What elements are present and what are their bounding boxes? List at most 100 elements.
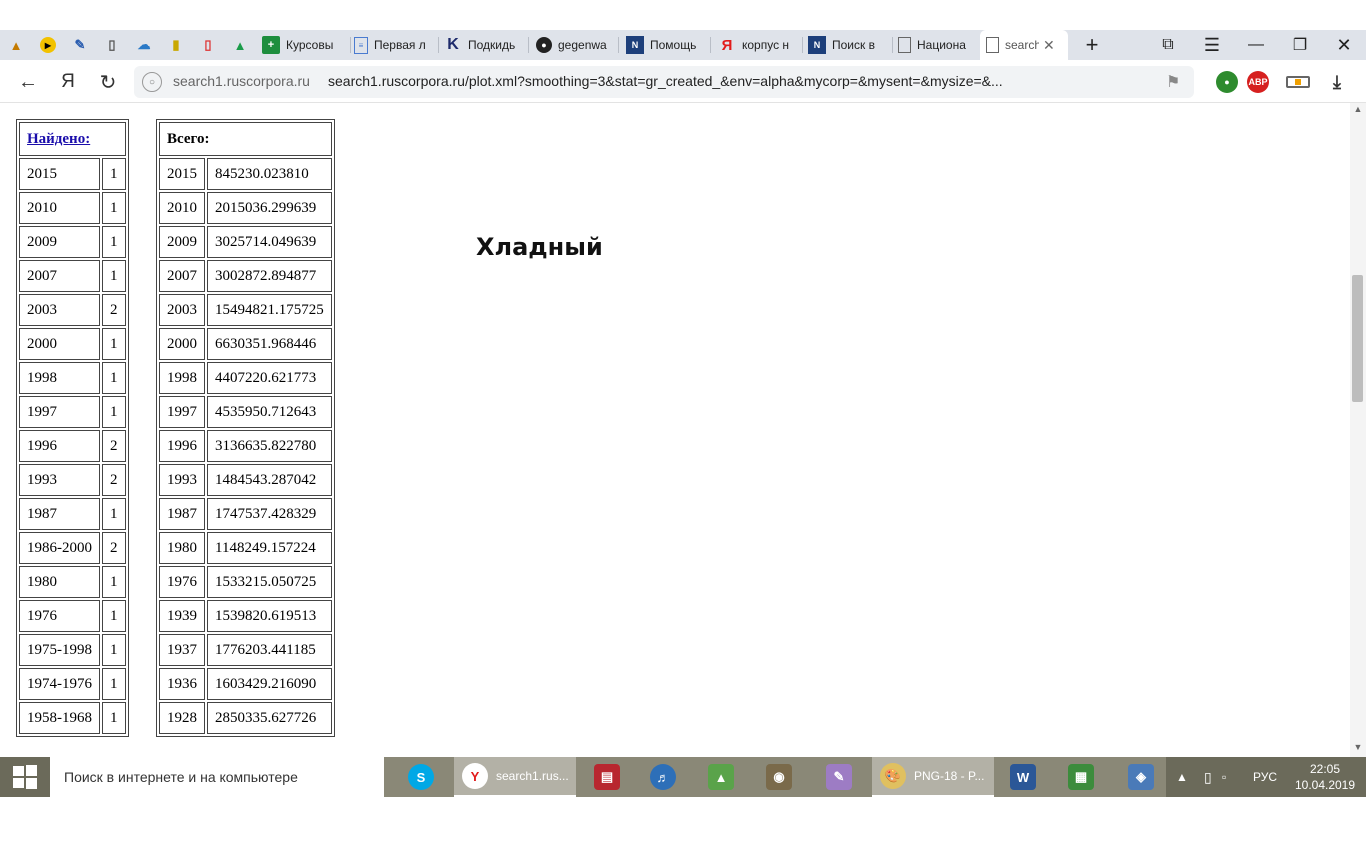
yandex-home-icon[interactable]: Я (54, 68, 82, 96)
found-table-row: 2000 1 (19, 328, 126, 360)
gimp-task[interactable]: ◉ (758, 757, 800, 797)
pinned-tab-edge-icon[interactable]: ✎ (70, 35, 90, 55)
skype-task[interactable]: S (400, 757, 442, 797)
total-table-row: 1928 2850335.627726 (159, 702, 332, 734)
year-cell: 2003 (19, 294, 100, 326)
back-arrow-icon[interactable]: ← (14, 68, 42, 96)
network-map-task[interactable]: ◈ (1120, 757, 1162, 797)
pinned-tab-pdf-icon[interactable]: ▯ (198, 35, 218, 55)
year-cell: 1997 (19, 396, 100, 428)
year-cell: 2007 (159, 260, 205, 292)
tray-phone-icon[interactable]: ▯ (1204, 757, 1212, 797)
window-top-strip (0, 0, 1366, 30)
corpus-icon: N (626, 36, 644, 54)
scrollbar-thumb[interactable] (1352, 275, 1363, 402)
tab-podkid[interactable]: K Подкидь (444, 30, 526, 60)
menu-icon[interactable]: ☰ (1190, 30, 1234, 60)
tab-manager-icon[interactable]: ⧉ (1146, 30, 1190, 60)
value-cell: 1 (102, 226, 126, 258)
year-cell: 1980 (19, 566, 100, 598)
pinned-tab-page-icon[interactable]: ▯ (102, 35, 122, 55)
scroll-down-arrow-icon[interactable]: ▼ (1352, 742, 1364, 752)
start-button[interactable] (0, 757, 50, 797)
pinned-tab-bookmark-icon[interactable]: ▲ (6, 35, 26, 55)
total-table-row: 1998 4407220.621773 (159, 362, 332, 394)
found-table-row: 1993 2 (19, 464, 126, 496)
tab-separator (710, 37, 711, 53)
new-tab-button[interactable]: + (1070, 30, 1114, 60)
value-cell: 1776203.441185 (207, 634, 332, 666)
word-task[interactable]: W (1002, 757, 1044, 797)
year-cell: 1976 (159, 566, 205, 598)
reload-icon[interactable]: ↻ (94, 68, 122, 96)
tab-korpus[interactable]: Я корпус н (718, 30, 800, 60)
tray-signal-icon[interactable]: ▫ (1222, 757, 1226, 797)
paint-task[interactable]: 🎨 PNG-18 - P... (872, 757, 994, 797)
adblock-plus-icon[interactable]: ABP (1247, 71, 1269, 93)
tab-search-active[interactable]: search ✕ (980, 30, 1068, 60)
found-table-row: 1974-1976 1 (19, 668, 126, 700)
plot-title: Хладный (476, 233, 603, 261)
value-cell: 1 (102, 192, 126, 224)
site-info-icon[interactable]: ○ (142, 72, 162, 92)
pinned-tab-play-icon[interactable]: ▶ (38, 35, 58, 55)
value-cell: 2 (102, 532, 126, 564)
year-cell: 1998 (159, 362, 205, 394)
total-table-row: 1976 1533215.050725 (159, 566, 332, 598)
scroll-up-arrow-icon[interactable]: ▲ (1352, 104, 1364, 114)
url-text[interactable]: search1.ruscorpora.ru/plot.xml?smoothing… (328, 73, 1003, 89)
tab-github[interactable]: ● gegenwa (536, 30, 616, 60)
value-cell: 1 (102, 260, 126, 292)
taskbar-search-box[interactable]: Поиск в интернете и на компьютере (50, 757, 384, 797)
pinned-tab-drive-icon[interactable]: ▲ (230, 35, 250, 55)
url-host: search1.ruscorpora.ru (173, 73, 310, 89)
tab-pomoshch[interactable]: N Помощь (626, 30, 708, 60)
year-cell: 1998 (19, 362, 100, 394)
pinned-tab-cloud-icon[interactable]: ☁ (134, 35, 154, 55)
pinned-tab-note-icon[interactable]: ▮ (166, 35, 186, 55)
value-cell: 15494821.175725 (207, 294, 332, 326)
year-cell: 2009 (159, 226, 205, 258)
restore-button[interactable]: ❐ (1278, 30, 1322, 60)
total-table-row: 1997 4535950.712643 (159, 396, 332, 428)
value-cell: 1 (102, 566, 126, 598)
bookmark-icon[interactable]: ⚑ (1166, 72, 1180, 92)
network-map-icon: ◈ (1128, 764, 1154, 790)
tab-nacionalnyi[interactable]: Национа (898, 30, 972, 60)
tab-pervaya[interactable]: ≡ Первая л (354, 30, 436, 60)
picture-icon: ▲ (708, 764, 734, 790)
total-table-row: 2003 15494821.175725 (159, 294, 332, 326)
picture-task[interactable]: ▲ (700, 757, 742, 797)
value-cell: 1747537.428329 (207, 498, 332, 530)
value-cell: 4407220.621773 (207, 362, 332, 394)
tab-kursovye[interactable]: + Курсовы (262, 30, 346, 60)
vertical-scrollbar[interactable] (1350, 103, 1366, 757)
yandex-browser-task[interactable]: Y search1.rus... (454, 757, 576, 797)
tray-clock[interactable]: 22:05 10.04.2019 (1285, 761, 1365, 793)
pencil-case-task[interactable]: ✎ (818, 757, 860, 797)
total-table-row: 1993 1484543.287042 (159, 464, 332, 496)
download-icon[interactable]: ⤓ (1326, 71, 1348, 93)
minimize-button[interactable]: — (1234, 30, 1278, 60)
windows-logo-icon (13, 765, 37, 789)
chart-editor-task[interactable]: ▦ (1060, 757, 1102, 797)
found-header-link[interactable]: Найдено: (27, 131, 90, 147)
total-table-row: 1939 1539820.619513 (159, 600, 332, 632)
value-cell: 2 (102, 464, 126, 496)
books-task[interactable]: ▤ (586, 757, 628, 797)
screen-bottom-blank (0, 797, 1366, 868)
value-cell: 1 (102, 600, 126, 632)
audio-task[interactable]: ♬ (642, 757, 684, 797)
year-cell: 1974-1976 (19, 668, 100, 700)
speaker-icon: ♬ (650, 764, 676, 790)
close-tab-icon[interactable]: ✕ (1043, 37, 1055, 54)
extension-frog-icon[interactable]: ● (1216, 71, 1238, 93)
skype-icon: S (408, 764, 434, 790)
tab-poisk[interactable]: N Поиск в (808, 30, 890, 60)
close-window-button[interactable]: ✕ (1322, 30, 1366, 60)
year-cell: 2003 (159, 294, 205, 326)
tray-expand-icon[interactable]: ▲ (1176, 757, 1188, 797)
battery-icon[interactable] (1286, 76, 1310, 88)
value-cell: 2015036.299639 (207, 192, 332, 224)
tray-language[interactable]: РУС (1253, 757, 1277, 797)
